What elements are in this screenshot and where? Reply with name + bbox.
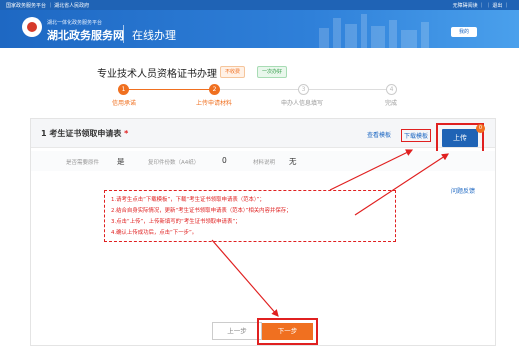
arrow-to-download-icon (329, 149, 414, 191)
arrow-to-upload-icon (354, 153, 450, 216)
annotation-arrows (211, 149, 450, 317)
arrow-to-next-icon (211, 239, 279, 317)
